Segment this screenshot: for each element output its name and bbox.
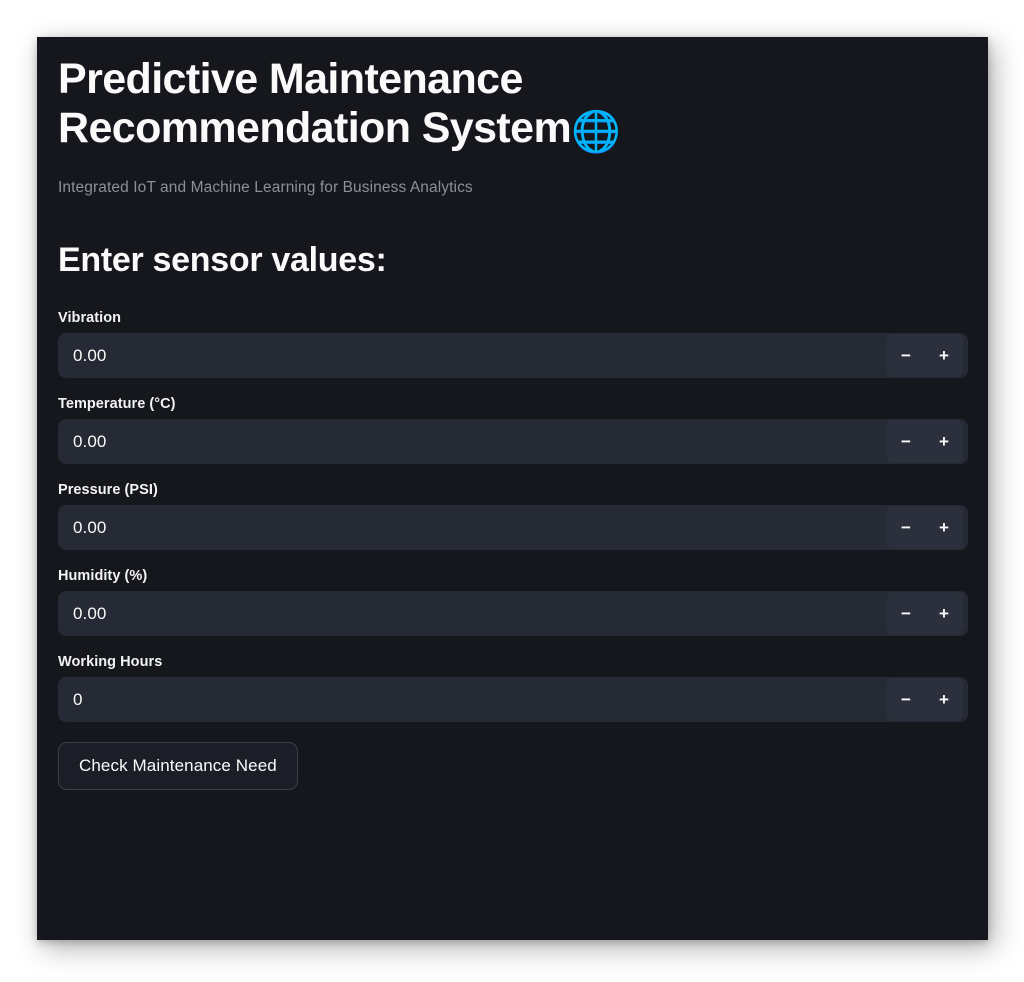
check-maintenance-need-button[interactable]: Check Maintenance Need bbox=[58, 742, 298, 791]
page-title: Predictive Maintenance Recommendation Sy… bbox=[58, 55, 758, 153]
humidity-input[interactable] bbox=[73, 591, 887, 637]
page-title-text: Predictive Maintenance Recommendation Sy… bbox=[58, 55, 572, 153]
page-canvas: Predictive Maintenance Recommendation Sy… bbox=[0, 0, 1024, 982]
label-working-hours: Working Hours bbox=[58, 654, 163, 671]
vibration-stepper: − + bbox=[887, 334, 963, 378]
humidity-stepper: − + bbox=[887, 592, 963, 636]
working-hours-increment-button[interactable]: + bbox=[925, 678, 963, 722]
temperature-stepper: − + bbox=[887, 420, 963, 464]
humidity-number-input[interactable]: − + bbox=[58, 591, 968, 637]
vibration-increment-button[interactable]: + bbox=[925, 334, 963, 378]
field-group-pressure: Pressure (PSI) − + bbox=[58, 482, 968, 551]
pressure-number-input[interactable]: − + bbox=[58, 505, 968, 551]
app-content: Predictive Maintenance Recommendation Sy… bbox=[37, 37, 988, 791]
pressure-stepper: − + bbox=[887, 506, 963, 550]
field-group-vibration: Vibration − + bbox=[58, 310, 968, 379]
label-humidity: Humidity (%) bbox=[58, 568, 148, 585]
humidity-increment-button[interactable]: + bbox=[925, 592, 963, 636]
field-group-humidity: Humidity (%) − + bbox=[58, 568, 968, 637]
pressure-increment-button[interactable]: + bbox=[925, 506, 963, 550]
field-group-temperature: Temperature (°C) − + bbox=[58, 396, 968, 465]
action-row: Check Maintenance Need bbox=[58, 742, 967, 791]
field-group-working-hours: Working Hours − + bbox=[58, 654, 968, 723]
section-heading-enter-sensor-values: Enter sensor values: bbox=[58, 241, 387, 280]
page-subtitle: Integrated IoT and Machine Learning for … bbox=[58, 179, 473, 197]
pressure-input[interactable] bbox=[73, 505, 887, 551]
vibration-number-input[interactable]: − + bbox=[58, 333, 968, 379]
label-vibration: Vibration bbox=[58, 310, 122, 327]
label-pressure: Pressure (PSI) bbox=[58, 482, 158, 499]
temperature-number-input[interactable]: − + bbox=[58, 419, 968, 465]
vibration-decrement-button[interactable]: − bbox=[887, 334, 925, 378]
sensor-fields: Vibration − + Temperature (°C) bbox=[58, 310, 968, 723]
temperature-input[interactable] bbox=[73, 419, 887, 465]
working-hours-stepper: − + bbox=[887, 678, 963, 722]
temperature-decrement-button[interactable]: − bbox=[887, 420, 925, 464]
humidity-decrement-button[interactable]: − bbox=[887, 592, 925, 636]
temperature-increment-button[interactable]: + bbox=[925, 420, 963, 464]
working-hours-input[interactable] bbox=[73, 677, 887, 723]
working-hours-decrement-button[interactable]: − bbox=[887, 678, 925, 722]
working-hours-number-input[interactable]: − + bbox=[58, 677, 968, 723]
pressure-decrement-button[interactable]: − bbox=[887, 506, 925, 550]
globe-with-meridians-icon: 🌐 bbox=[571, 110, 621, 155]
vibration-input[interactable] bbox=[73, 333, 887, 379]
label-temperature: Temperature (°C) bbox=[58, 396, 176, 413]
app-card: Predictive Maintenance Recommendation Sy… bbox=[37, 37, 988, 940]
